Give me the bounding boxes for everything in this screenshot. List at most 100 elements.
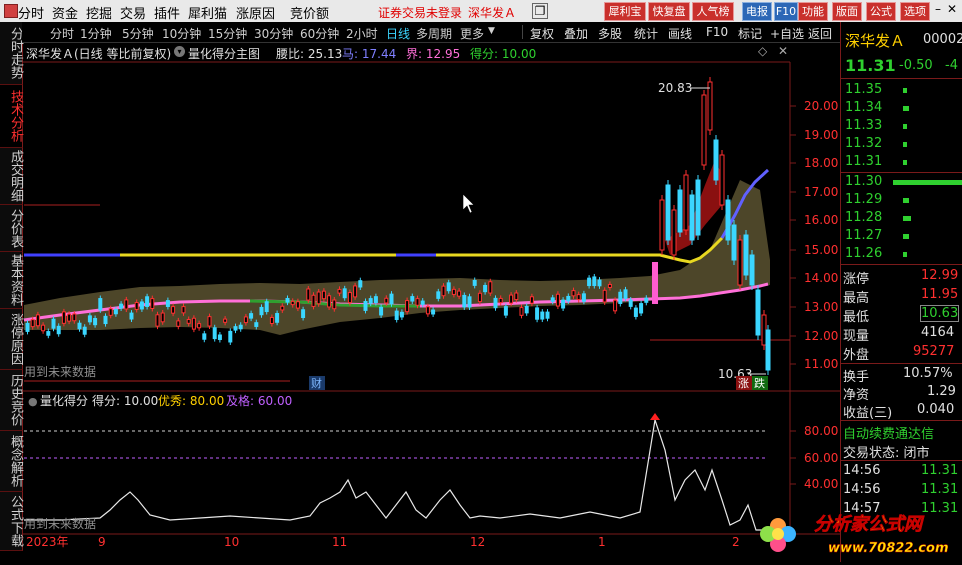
bid-price[interactable]: 11.26 xyxy=(845,246,882,261)
candle-body xyxy=(509,294,514,304)
candle-body xyxy=(139,301,144,310)
ask-price[interactable]: 11.31 xyxy=(845,154,882,169)
candle-body xyxy=(524,305,529,314)
quote-panel: 深华发Ａ 00002 11.31 -0.50 -4 11.35 11.34 11… xyxy=(840,22,962,562)
price-axis-ticks xyxy=(790,105,796,365)
candle-body xyxy=(238,324,243,330)
candle-body xyxy=(488,281,493,294)
sidebar-tab-fenjiabiao[interactable]: 分价表 xyxy=(0,205,23,252)
sidebar-tab-zhangtingyuanyin[interactable]: 涨停原因 xyxy=(0,309,23,370)
candle-body xyxy=(35,314,40,327)
restore-window-icon[interactable]: ❐ xyxy=(532,3,548,19)
mouse-cursor-icon xyxy=(462,193,475,214)
candle-body xyxy=(363,300,368,311)
candle-body xyxy=(529,296,534,304)
candle-body xyxy=(87,315,92,323)
candle-body xyxy=(108,308,113,316)
menu-item-zhangyuanyin[interactable]: 涨原因 xyxy=(236,3,275,22)
ask-price[interactable]: 11.32 xyxy=(845,136,882,151)
ask-price[interactable]: 11.34 xyxy=(845,100,882,115)
candle-body xyxy=(327,295,332,308)
sidebar-tab-lishijingjia[interactable]: 历史竞价 xyxy=(0,370,23,431)
bid-volume-bar xyxy=(893,180,962,185)
toolbar-button-dianbao[interactable]: 电报 xyxy=(742,2,772,21)
menu-icon[interactable] xyxy=(4,4,18,18)
trade-login-warning[interactable]: 证券交易未登录 xyxy=(378,4,462,21)
menu-item-jingjiae[interactable]: 竞价额 xyxy=(290,3,329,22)
candle-body xyxy=(555,293,560,307)
price-tick: 11.00 xyxy=(804,357,838,371)
candle-body xyxy=(689,194,695,241)
candle-body xyxy=(587,277,592,287)
candle-body xyxy=(249,313,254,319)
toolbar-button-kuaifupan[interactable]: 快复盘 xyxy=(648,2,690,21)
bid-price[interactable]: 11.29 xyxy=(845,192,882,207)
ask-price[interactable]: 11.35 xyxy=(845,82,882,97)
price-tick: 19.00 xyxy=(804,128,838,142)
bid-price[interactable]: 11.27 xyxy=(845,228,882,243)
toolbar-button-renqibang[interactable]: 人气榜 xyxy=(692,2,734,21)
candle-body xyxy=(436,291,441,299)
menu-item-xilimao[interactable]: 犀利猫 xyxy=(188,3,227,22)
menu-item-wajue[interactable]: 挖掘 xyxy=(86,3,112,22)
candle-body xyxy=(384,297,389,304)
sub-indicator-name[interactable]: 量化得分 xyxy=(40,393,88,408)
candle-body xyxy=(628,299,633,307)
candle-body xyxy=(321,290,326,300)
candle-body xyxy=(72,313,77,322)
candle-body xyxy=(737,239,743,286)
menu-item-chajian[interactable]: 插件 xyxy=(154,3,180,22)
candle-body xyxy=(671,209,677,256)
ma-line-yellow xyxy=(24,236,724,264)
candle-body xyxy=(755,289,761,336)
sidebar-tab-gongshixiazai[interactable]: 公式下载 xyxy=(0,492,23,551)
tick-price: 11.31 xyxy=(921,482,959,497)
candle-body xyxy=(581,293,586,302)
menu-item-fenshi[interactable]: 分时 xyxy=(18,3,44,22)
auto-renew-notice[interactable]: 自动续费通达信 xyxy=(843,423,934,442)
menu-item-zijin[interactable]: 资金 xyxy=(52,3,78,22)
trade-status: 交易状态: 闭市 xyxy=(843,446,930,461)
candle-body xyxy=(707,81,713,131)
candle-body xyxy=(451,288,456,295)
candle-body xyxy=(677,189,683,233)
chart-canvas[interactable]: 20.00 19.00 18.00 17.00 16.00 15.00 14.0… xyxy=(22,22,840,562)
candle-body xyxy=(725,199,731,241)
candle-body xyxy=(186,319,191,324)
price-tick: 20.00 xyxy=(804,99,838,113)
bid-price[interactable]: 11.28 xyxy=(845,210,882,225)
candle-body xyxy=(264,301,269,313)
divider xyxy=(841,460,962,461)
candle-body xyxy=(576,294,581,301)
price-tick: 17.00 xyxy=(804,185,838,199)
bid-volume-bar xyxy=(903,234,909,239)
toolbar-button-f10[interactable]: F10 xyxy=(774,2,798,21)
candle-body xyxy=(462,294,467,308)
candle-body xyxy=(566,295,571,302)
time-axis-label: 2023年 xyxy=(26,535,69,549)
candle-body xyxy=(639,303,644,314)
toolbar-button-gongneng[interactable]: 功能 xyxy=(798,2,828,21)
sidebar-tab-gainianjiexi[interactable]: 概念解析 xyxy=(0,431,23,492)
ask-price[interactable]: 11.33 xyxy=(845,118,882,133)
candle-body xyxy=(301,309,306,319)
bid-price[interactable]: 11.30 xyxy=(845,174,882,189)
sub-indicator-dropdown-icon[interactable]: ● xyxy=(28,395,38,408)
sidebar-tab-fenshizoushi[interactable]: 分时走势 xyxy=(0,22,23,85)
toolbar-button-gongshi[interactable]: 公式 xyxy=(866,2,896,21)
candle-body xyxy=(613,299,618,312)
sub-axis-tick: 40.00 xyxy=(804,477,838,491)
candle-body xyxy=(415,298,420,306)
candle-body xyxy=(431,309,436,315)
toolbar-button-xilibao[interactable]: 犀利宝 xyxy=(604,2,646,21)
tick-time: 14:56 xyxy=(843,482,881,497)
menu-item-jiaoyi[interactable]: 交易 xyxy=(120,3,146,22)
candle-body xyxy=(82,326,87,335)
sidebar-tab-chengjiaomingxi[interactable]: 成交明细 xyxy=(0,148,23,205)
sidebar-tab-jibenziliao[interactable]: 基本资料 xyxy=(0,252,23,309)
sidebar-tab-jishufenxi[interactable]: 技术分析 xyxy=(0,85,23,148)
close-icon[interactable]: ✕ xyxy=(944,2,960,18)
toolbar-button-banmian[interactable]: 版面 xyxy=(832,2,862,21)
toolbar-button-xuanxiang[interactable]: 选项 xyxy=(900,2,930,21)
stat-value: 95277 xyxy=(913,344,955,359)
